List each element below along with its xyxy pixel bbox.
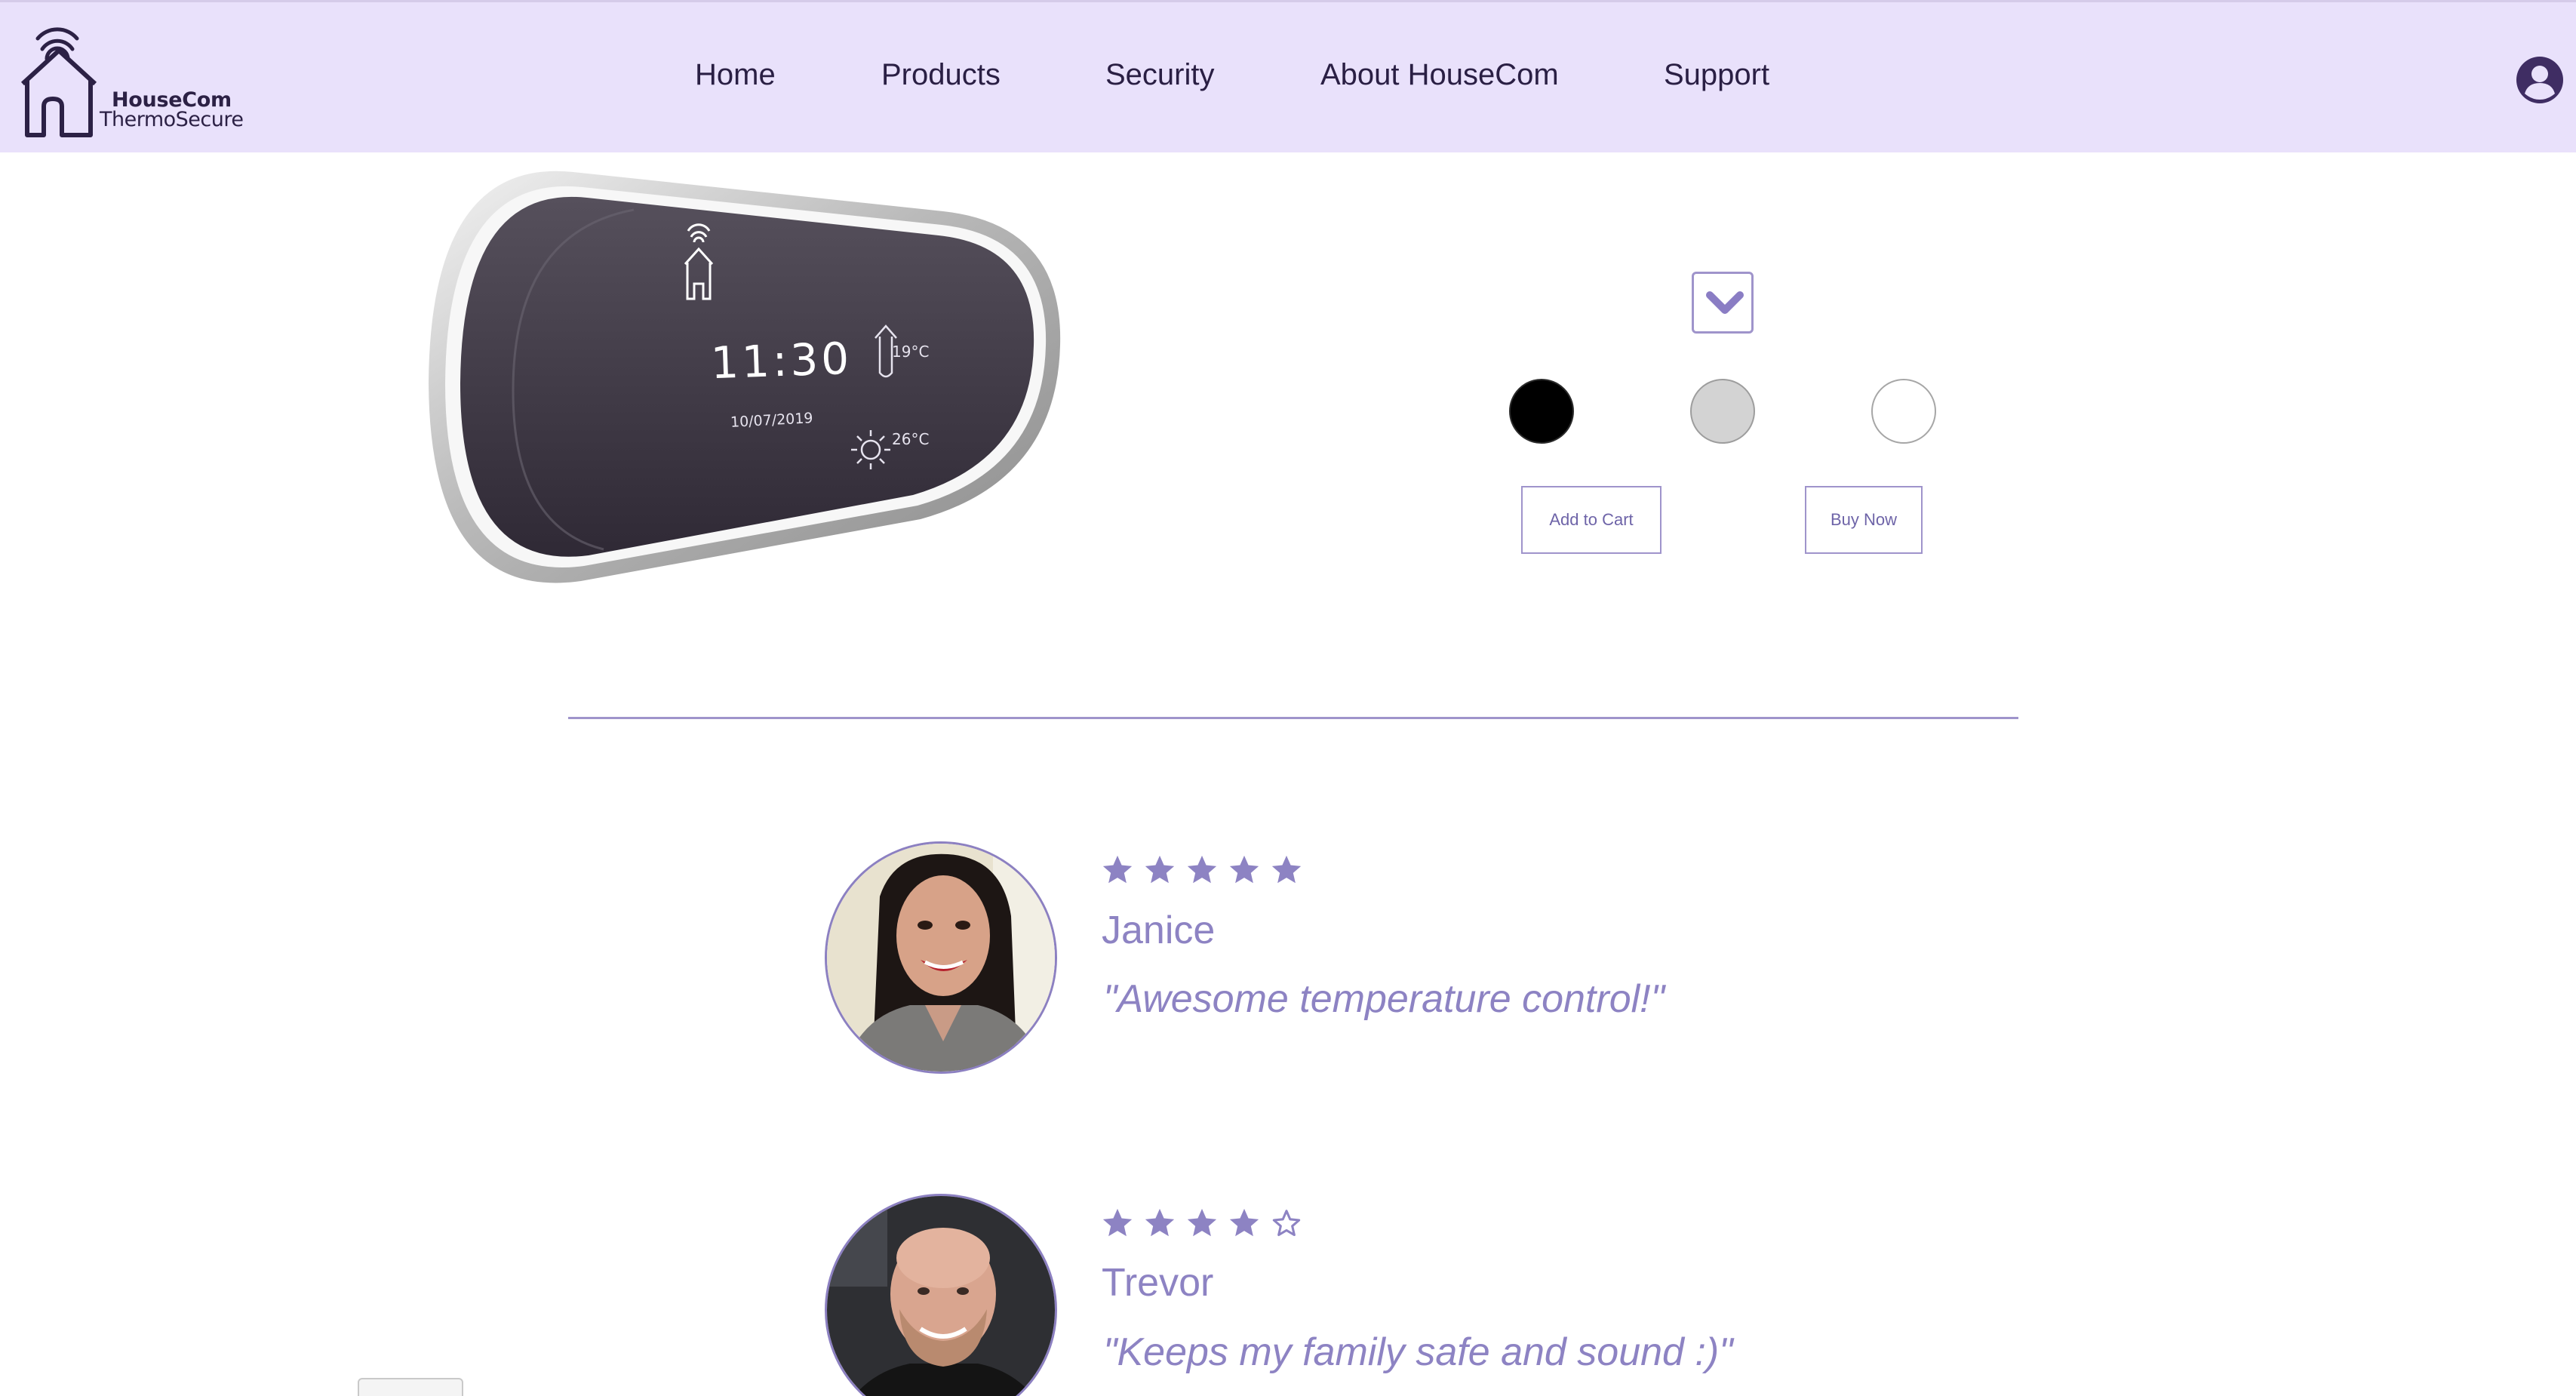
page: HouseCom ThermoSecure Home Products Secu… — [0, 0, 2576, 1396]
user-circle-icon — [2516, 57, 2563, 103]
star-filled-icon — [1187, 1208, 1217, 1237]
nav-security[interactable]: Security — [1105, 58, 1215, 92]
star-filled-icon — [1271, 855, 1302, 884]
review-quote: "Keeps my family safe and sound :)" — [1103, 1330, 1733, 1374]
star-filled-icon — [1102, 1208, 1133, 1237]
display-indoor-temp: 19°C — [892, 343, 930, 361]
color-swatch-gray[interactable] — [1690, 379, 1755, 444]
add-to-cart-button[interactable]: Add to Cart — [1521, 486, 1661, 554]
section-divider — [568, 717, 2018, 719]
star-rating — [1100, 853, 1326, 889]
account-button[interactable] — [2516, 56, 2564, 104]
nav-about[interactable]: About HouseCom — [1320, 58, 1559, 92]
star-filled-icon — [1102, 855, 1133, 884]
reviewer-name: Janice — [1102, 909, 1216, 952]
floating-tab-handle[interactable] — [358, 1378, 463, 1396]
nav-support[interactable]: Support — [1664, 58, 1769, 92]
star-empty-icon — [1272, 1210, 1301, 1237]
color-swatch-white[interactable] — [1871, 379, 1936, 444]
star-rating — [1100, 1206, 1326, 1242]
reviewer-avatar — [825, 1194, 1057, 1396]
star-filled-icon — [1145, 855, 1175, 884]
buy-now-button[interactable]: Buy Now — [1805, 486, 1923, 554]
nav-products[interactable]: Products — [881, 58, 1001, 92]
display-time: 11:30 — [709, 332, 853, 389]
star-filled-icon — [1229, 1208, 1259, 1237]
reviewer-avatar — [825, 841, 1057, 1074]
variant-dropdown-button[interactable] — [1692, 272, 1754, 334]
thermostat-product-image: 11:30 10/07/2019 19°C 26°C — [423, 165, 1071, 595]
site-header: HouseCom ThermoSecure Home Products Secu… — [0, 0, 2576, 152]
reviewer-name: Trevor — [1102, 1261, 1214, 1305]
nav-home[interactable]: Home — [695, 58, 776, 92]
star-filled-icon — [1145, 1208, 1175, 1237]
star-filled-icon — [1229, 855, 1259, 884]
review-quote: "Awesome temperature control!" — [1103, 977, 1665, 1021]
main-nav: Home Products Security About HouseCom Su… — [0, 2, 2576, 155]
display-outdoor-temp: 26°C — [892, 430, 930, 448]
chevron-down-icon — [1706, 291, 1744, 314]
color-swatch-black[interactable] — [1509, 379, 1574, 444]
star-filled-icon — [1187, 855, 1217, 884]
